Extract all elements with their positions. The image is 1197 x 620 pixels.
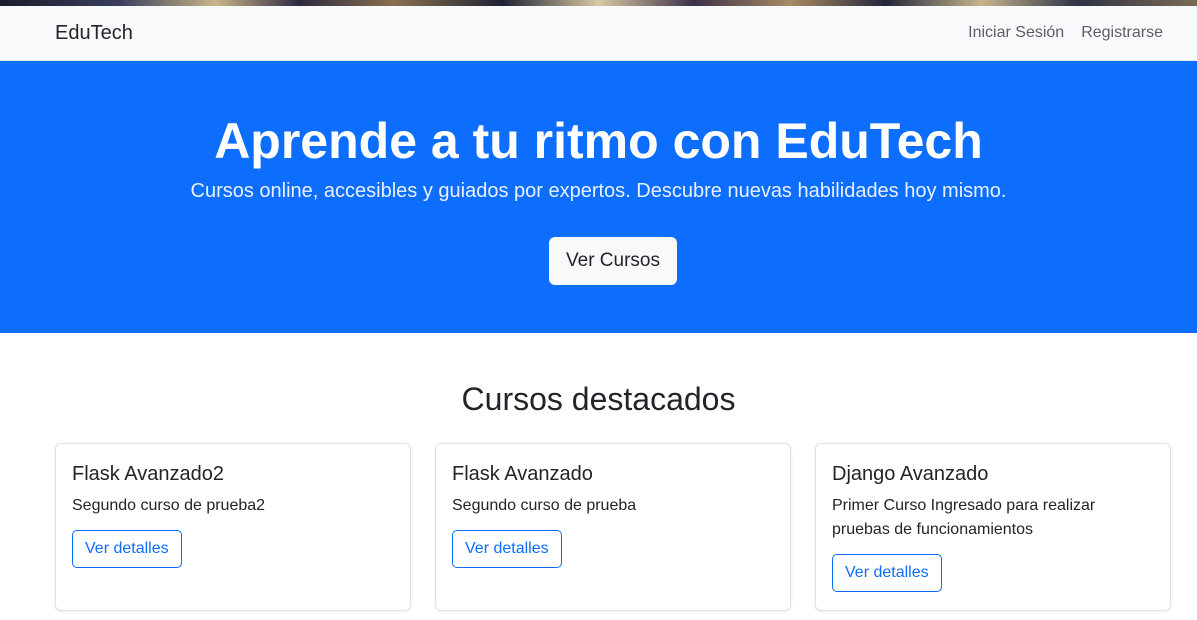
course-title: Django Avanzado — [832, 463, 989, 485]
hero-section: Aprende a tu ritmo con EduTech Cursos on… — [0, 61, 1197, 333]
hero-title: Aprende a tu ritmo con EduTech — [214, 113, 983, 169]
course-card: Django Avanzado Primer Curso Ingresado p… — [815, 443, 1171, 611]
login-link[interactable]: Iniciar Sesión — [968, 24, 1064, 42]
navbar-links: Iniciar Sesión Registrarse — [968, 24, 1163, 42]
course-title: Flask Avanzado2 — [72, 463, 224, 485]
course-details-button[interactable]: Ver detalles — [452, 530, 562, 568]
hero-subtitle: Cursos online, accesibles y guiados por … — [190, 180, 1007, 202]
navbar: EduTech Iniciar Sesión Registrarse — [0, 6, 1197, 61]
course-details-button[interactable]: Ver detalles — [72, 530, 182, 568]
course-card: Flask Avanzado2 Segundo curso de prueba2… — [55, 443, 411, 611]
course-description: Primer Curso Ingresado para realizar pru… — [832, 497, 1096, 538]
course-description: Segundo curso de prueba — [452, 497, 637, 514]
navbar-brand[interactable]: EduTech — [55, 22, 133, 45]
course-card: Flask Avanzado Segundo curso de prueba V… — [435, 443, 791, 611]
course-title: Flask Avanzado — [452, 463, 593, 485]
view-courses-button[interactable]: Ver Cursos — [549, 237, 677, 285]
register-link[interactable]: Registrarse — [1081, 24, 1163, 42]
featured-courses-heading: Cursos destacados — [461, 381, 736, 417]
course-details-button[interactable]: Ver detalles — [832, 554, 942, 592]
course-description: Segundo curso de prueba2 — [72, 497, 266, 514]
